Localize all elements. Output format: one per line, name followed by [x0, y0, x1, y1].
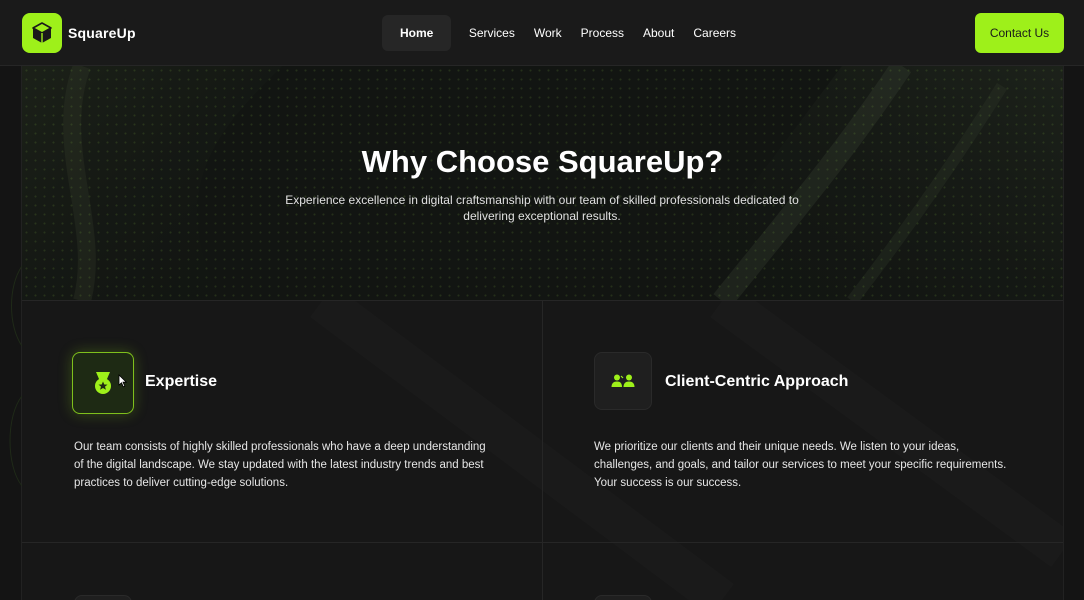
nav-home[interactable]: Home	[382, 15, 452, 51]
contact-us-button[interactable]: Contact Us	[975, 13, 1064, 53]
brand-logo[interactable]: SquareUp	[22, 13, 136, 53]
feature-description: We prioritize our clients and their uniq…	[594, 441, 1007, 489]
features-grid: Expertise Our team consists of highly sk…	[22, 301, 1063, 600]
nav-about[interactable]: About	[634, 15, 684, 51]
feature-description: Our team consists of highly skilled prof…	[74, 441, 486, 489]
nav-careers[interactable]: Careers	[684, 15, 746, 51]
feature-card-expertise: Expertise Our team consists of highly sk…	[22, 301, 542, 542]
feature-title: Client-Centric Approach	[665, 373, 849, 390]
nav-services[interactable]: Services	[459, 15, 524, 51]
cube-icon	[22, 13, 62, 53]
mouse-cursor-icon	[118, 374, 128, 388]
next-card-icon-partial	[74, 595, 132, 600]
main-nav: Home Services Work Process About Careers	[382, 15, 746, 51]
right-rail	[1063, 66, 1084, 600]
nav-work[interactable]: Work	[524, 15, 571, 51]
section-title: Why Choose SquareUp?	[361, 144, 724, 179]
site-header: SquareUp Home Services Work Process Abou…	[0, 0, 1084, 66]
dot-pattern	[22, 66, 1063, 300]
next-card-icon-partial	[594, 595, 652, 600]
section-subtitle: Experience excellence in digital craftsm…	[285, 193, 799, 223]
feature-title: Expertise	[145, 373, 218, 390]
hero-section: Why Choose SquareUp? Experience excellen…	[22, 66, 1063, 301]
nav-process[interactable]: Process	[571, 15, 633, 51]
brand-name: SquareUp	[68, 25, 136, 41]
row-divider	[22, 542, 1063, 543]
users-icon[interactable]	[594, 352, 652, 410]
feature-card-client-centric: Client-Centric Approach We prioritize ou…	[543, 301, 1063, 542]
decorative-pattern	[9, 265, 23, 487]
left-rail	[0, 66, 23, 600]
